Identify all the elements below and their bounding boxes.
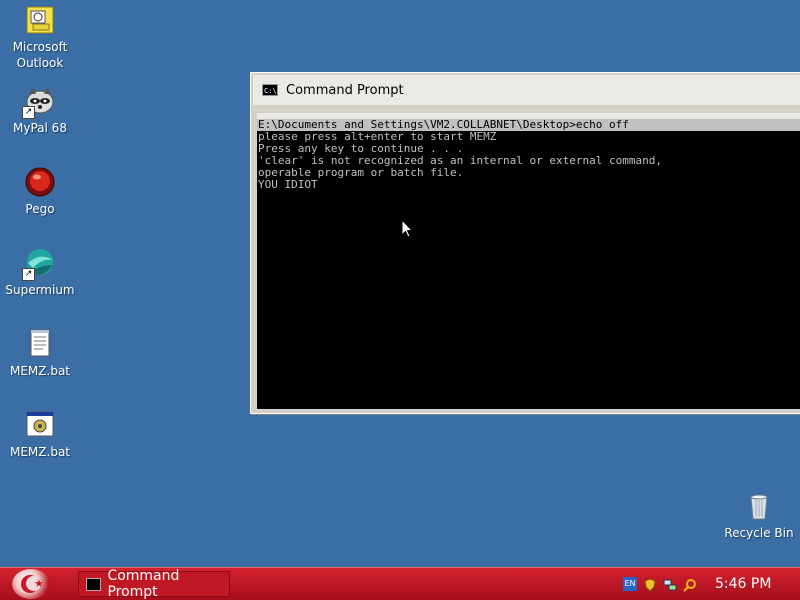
supermium-globe-icon: ↗ [22,247,56,281]
recycle-bin-icon [743,490,775,522]
console-line: operable program or batch file. [258,166,464,179]
desktop-icon-label: MEMZ.bat [10,445,70,459]
console-output[interactable]: E:\Documents and Settings\VM2.COLLABNET\… [257,119,800,409]
desktop-icon-memz-batch[interactable]: MEMZ.bat [0,409,80,460]
desktop-icon-label: Supermium [5,283,75,297]
console-line: YOU IDIOT [258,178,318,191]
language-indicator[interactable]: EN [623,577,637,591]
desktop-icon-label: MEMZ.bat [10,364,70,378]
taskbar-button-command-prompt[interactable]: Command Prompt [78,568,230,600]
system-tray: EN 5:46 PM [615,568,800,600]
star-icon: ★ [34,577,44,590]
taskbar-clock[interactable]: 5:46 PM [715,576,771,592]
desktop-icon-memz-notepad[interactable]: MEMZ.bat [0,328,80,379]
shortcut-arrow-icon: ↗ [22,268,35,281]
security-shield-icon[interactable] [643,577,657,592]
batch-file-gear-icon [24,409,56,441]
desktop-icon-pego[interactable]: Pego [0,166,80,217]
desktop-icon-label: Pego [25,202,55,216]
shortcut-arrow-icon: ↗ [22,106,35,119]
console-app-icon [86,577,102,591]
search-icon[interactable] [683,577,697,592]
notepad-document-icon [24,328,56,360]
mouse-pointer-icon [401,218,415,239]
console-app-icon: C:\ [262,84,278,96]
mypal-raccoon-icon: ↗ [22,85,56,119]
desktop-icon-outlook[interactable]: Microsoft Outlook [0,4,80,71]
outlook-icon [24,4,56,36]
window-title: Command Prompt [286,82,404,98]
taskbar-button-label: Command Prompt [107,568,180,600]
desktop-icon-label: Recycle Bin [724,526,794,540]
start-button[interactable]: ★ [12,569,50,599]
network-icon[interactable] [663,577,677,591]
window-titlebar[interactable]: C:\ Command Prompt [253,75,800,105]
desktop-icon-recycle-bin[interactable]: Recycle Bin [719,490,799,541]
taskbar: ★ Command Prompt EN 5:46 PM [0,567,800,600]
desktop-icon-supermium[interactable]: ↗ Supermium [0,247,80,298]
command-prompt-window[interactable]: C:\ Command Prompt E:\Documents and Sett… [250,72,800,414]
desktop-icon-mypal[interactable]: ↗ MyPal 68 [0,85,80,136]
desktop-icon-label: Microsoft Outlook [12,40,68,70]
pego-red-orb-icon [24,166,56,198]
desktop-icon-label: MyPal 68 [13,121,67,135]
